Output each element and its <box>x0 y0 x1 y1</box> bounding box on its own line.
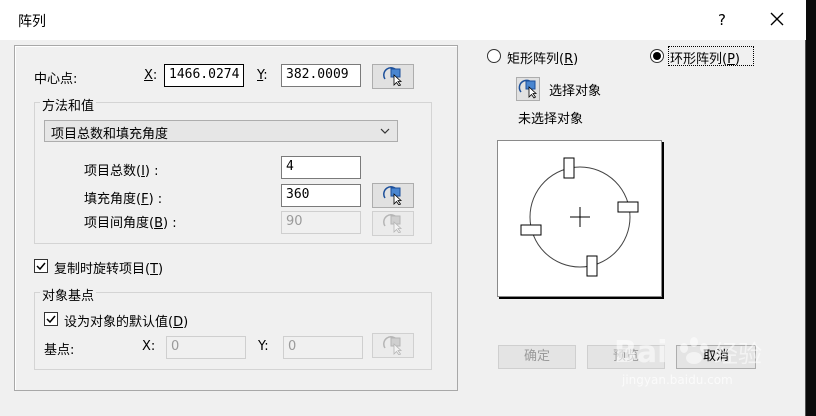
center-y-input[interactable]: 382.0009 <box>281 64 361 87</box>
between-angle-label: 项目间角度(B) : <box>84 216 177 231</box>
center-x-input[interactable]: 1466.0274 <box>164 64 244 87</box>
default-base-point-label: 设为对象的默认值(D) <box>64 315 189 330</box>
select-objects-button[interactable] <box>516 77 540 101</box>
fill-angle-label: 填充角度(F) : <box>84 192 163 207</box>
pick-fill-angle-button[interactable] <box>372 183 414 208</box>
default-base-point-checkbox[interactable] <box>44 312 58 326</box>
preview-item-bottom <box>586 255 598 277</box>
base-point-group-label: 对象基点 <box>40 285 97 304</box>
radio-selected-dot <box>653 52 661 60</box>
chevron-down-icon <box>380 128 390 134</box>
window-title: 阵列 <box>18 14 46 30</box>
base-y-label: Y: <box>258 339 269 354</box>
pick-center-button[interactable] <box>372 64 414 89</box>
select-objects-icon <box>518 79 538 99</box>
pick-angle-disabled-icon <box>383 214 403 233</box>
polar-array-radio[interactable] <box>650 49 664 63</box>
base-x-input: 0 <box>166 336 246 359</box>
total-items-label: 项目总数(I) : <box>84 164 159 179</box>
rotate-items-checkbox[interactable] <box>34 259 48 273</box>
center-y-label: Y: <box>257 68 268 83</box>
polar-array-preview <box>497 140 662 297</box>
between-angle-input: 90 <box>281 211 361 234</box>
preview-button[interactable]: 预览 <box>587 345 665 369</box>
array-dialog: 阵列 ? 中心点: X: 1466.0274 Y: 382.0009 方法和值 … <box>0 0 806 416</box>
ok-button[interactable]: 确定 <box>498 345 576 369</box>
rect-array-radio[interactable] <box>487 49 501 63</box>
help-button[interactable]: ? <box>708 6 736 34</box>
center-x-label: X: <box>144 68 158 83</box>
method-select-value: 项目总数和填充角度 <box>51 127 169 142</box>
select-objects-label: 选择对象 <box>549 84 602 99</box>
pick-point-disabled-icon <box>383 336 403 355</box>
preview-drawing <box>520 157 639 277</box>
rotate-items-label: 复制时旋转项目(T) <box>54 262 164 277</box>
close-button[interactable] <box>760 6 794 34</box>
center-point-label: 中心点: <box>34 72 78 87</box>
rect-array-label: 矩形阵列(R) <box>507 52 579 67</box>
pick-point-icon <box>383 67 403 86</box>
preview-item-left <box>520 224 542 236</box>
pick-angle-icon <box>383 186 403 205</box>
pick-base-point-button <box>372 333 414 358</box>
total-items-input[interactable]: 4 <box>281 156 361 179</box>
preview-item-right <box>617 201 639 213</box>
preview-item-top <box>563 157 575 179</box>
pick-between-angle-button <box>372 211 414 236</box>
base-point-label: 基点: <box>44 343 75 358</box>
fill-angle-input[interactable]: 360 <box>281 184 361 207</box>
title-bar: 阵列 ? <box>0 0 806 40</box>
close-icon <box>770 12 784 26</box>
base-y-input: 0 <box>283 336 363 359</box>
method-group-label: 方法和值 <box>40 95 97 114</box>
selection-status: 未选择对象 <box>518 112 584 127</box>
polar-array-label: 环形阵列(P) <box>670 52 740 67</box>
checkmark-icon <box>36 262 46 271</box>
cancel-button[interactable]: 取消 <box>676 345 756 369</box>
base-x-label: X: <box>142 339 156 354</box>
method-select[interactable]: 项目总数和填充角度 <box>44 120 398 142</box>
checkmark-icon <box>46 315 56 324</box>
